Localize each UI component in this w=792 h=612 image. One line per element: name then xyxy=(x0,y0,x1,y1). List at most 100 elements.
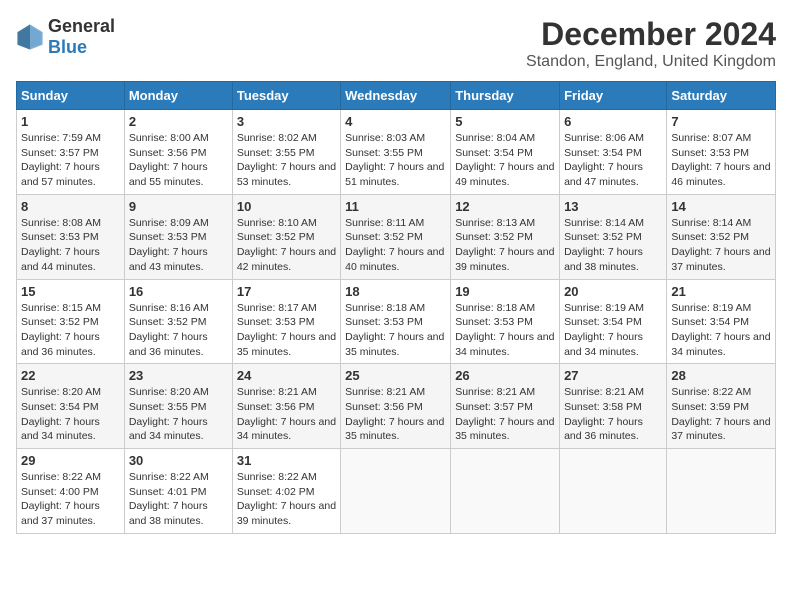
day-number: 22 xyxy=(21,368,120,383)
day-info: Sunrise: 8:20 AMSunset: 3:55 PMDaylight:… xyxy=(129,386,209,442)
day-number: 21 xyxy=(671,284,771,299)
calendar-cell: 8 Sunrise: 8:08 AMSunset: 3:53 PMDaylight… xyxy=(17,194,125,279)
day-info: Sunrise: 8:20 AMSunset: 3:54 PMDaylight:… xyxy=(21,386,101,442)
calendar-cell: 27 Sunrise: 8:21 AMSunset: 3:58 PMDayligh… xyxy=(560,364,667,449)
calendar-cell: 31Sunrise: 8:22 AMSunset: 4:02 PMDayligh… xyxy=(232,449,340,534)
main-title: December 2024 xyxy=(526,16,776,53)
day-number: 28 xyxy=(671,368,771,383)
calendar-cell: 30 Sunrise: 8:22 AMSunset: 4:01 PMDayligh… xyxy=(124,449,232,534)
day-number: 9 xyxy=(129,199,228,214)
calendar-cell: 23 Sunrise: 8:20 AMSunset: 3:55 PMDayligh… xyxy=(124,364,232,449)
day-info: Sunrise: 8:09 AMSunset: 3:53 PMDaylight:… xyxy=(129,217,209,273)
calendar-cell: 18 Sunrise: 8:18 AMSunset: 3:53 PMDayligh… xyxy=(341,279,451,364)
day-info: Sunrise: 8:18 AMSunset: 3:53 PMDaylight:… xyxy=(345,302,444,358)
day-number: 29 xyxy=(21,453,120,468)
day-info: Sunrise: 8:10 AMSunset: 3:52 PMDaylight:… xyxy=(237,217,336,273)
week-row-4: 22 Sunrise: 8:20 AMSunset: 3:54 PMDayligh… xyxy=(17,364,776,449)
day-info: Sunrise: 8:21 AMSunset: 3:56 PMDaylight:… xyxy=(237,386,336,442)
day-info: Sunrise: 8:22 AMSunset: 4:01 PMDaylight:… xyxy=(129,471,209,527)
day-number: 19 xyxy=(455,284,555,299)
calendar-cell: 24 Sunrise: 8:21 AMSunset: 3:56 PMDayligh… xyxy=(232,364,340,449)
logo-text-general: General xyxy=(48,16,115,36)
calendar-cell: 12 Sunrise: 8:13 AMSunset: 3:52 PMDayligh… xyxy=(451,194,560,279)
calendar-cell: 22 Sunrise: 8:20 AMSunset: 3:54 PMDayligh… xyxy=(17,364,125,449)
calendar-cell: 9 Sunrise: 8:09 AMSunset: 3:53 PMDaylight… xyxy=(124,194,232,279)
logo-icon xyxy=(16,23,44,51)
column-header-thursday: Thursday xyxy=(451,82,560,110)
day-info: Sunrise: 8:16 AMSunset: 3:52 PMDaylight:… xyxy=(129,302,209,358)
day-number: 14 xyxy=(671,199,771,214)
title-section: December 2024 Standon, England, United K… xyxy=(526,16,776,71)
day-number: 17 xyxy=(237,284,336,299)
day-info: Sunrise: 8:18 AMSunset: 3:53 PMDaylight:… xyxy=(455,302,554,358)
day-number: 31 xyxy=(237,453,336,468)
calendar-cell: 19 Sunrise: 8:18 AMSunset: 3:53 PMDayligh… xyxy=(451,279,560,364)
day-info: Sunrise: 8:04 AMSunset: 3:54 PMDaylight:… xyxy=(455,132,554,188)
day-info: Sunrise: 8:03 AMSunset: 3:55 PMDaylight:… xyxy=(345,132,444,188)
calendar-cell: 11 Sunrise: 8:11 AMSunset: 3:52 PMDayligh… xyxy=(341,194,451,279)
day-info: Sunrise: 8:22 AMSunset: 3:59 PMDaylight:… xyxy=(671,386,770,442)
day-number: 11 xyxy=(345,199,446,214)
calendar-cell: 7Sunrise: 8:07 AMSunset: 3:53 PMDaylight… xyxy=(667,110,776,195)
page-header: General Blue December 2024 Standon, Engl… xyxy=(16,16,776,71)
calendar-cell xyxy=(451,449,560,534)
day-info: Sunrise: 8:14 AMSunset: 3:52 PMDaylight:… xyxy=(671,217,770,273)
calendar-cell: 13 Sunrise: 8:14 AMSunset: 3:52 PMDayligh… xyxy=(560,194,667,279)
day-info: Sunrise: 8:21 AMSunset: 3:56 PMDaylight:… xyxy=(345,386,444,442)
day-number: 18 xyxy=(345,284,446,299)
day-info: Sunrise: 8:17 AMSunset: 3:53 PMDaylight:… xyxy=(237,302,336,358)
day-number: 12 xyxy=(455,199,555,214)
day-info: Sunrise: 8:19 AMSunset: 3:54 PMDaylight:… xyxy=(671,302,770,358)
day-number: 5 xyxy=(455,114,555,129)
header-row: SundayMondayTuesdayWednesdayThursdayFrid… xyxy=(17,82,776,110)
day-info: Sunrise: 8:13 AMSunset: 3:52 PMDaylight:… xyxy=(455,217,554,273)
day-number: 23 xyxy=(129,368,228,383)
day-info: Sunrise: 8:08 AMSunset: 3:53 PMDaylight:… xyxy=(21,217,101,273)
calendar-cell: 16 Sunrise: 8:16 AMSunset: 3:52 PMDayligh… xyxy=(124,279,232,364)
calendar-cell xyxy=(667,449,776,534)
week-row-5: 29Sunrise: 8:22 AMSunset: 4:00 PMDayligh… xyxy=(17,449,776,534)
week-row-3: 15Sunrise: 8:15 AMSunset: 3:52 PMDayligh… xyxy=(17,279,776,364)
day-info: Sunrise: 8:07 AMSunset: 3:53 PMDaylight:… xyxy=(671,132,770,188)
logo-text-blue: Blue xyxy=(48,37,87,57)
day-number: 6 xyxy=(564,114,662,129)
day-info: Sunrise: 7:59 AMSunset: 3:57 PMDaylight:… xyxy=(21,132,101,188)
day-info: Sunrise: 8:02 AMSunset: 3:55 PMDaylight:… xyxy=(237,132,336,188)
column-header-sunday: Sunday xyxy=(17,82,125,110)
day-number: 30 xyxy=(129,453,228,468)
calendar-table: SundayMondayTuesdayWednesdayThursdayFrid… xyxy=(16,81,776,534)
calendar-cell: 2Sunrise: 8:00 AMSunset: 3:56 PMDaylight… xyxy=(124,110,232,195)
calendar-cell: 28 Sunrise: 8:22 AMSunset: 3:59 PMDayligh… xyxy=(667,364,776,449)
calendar-cell xyxy=(341,449,451,534)
calendar-cell: 29Sunrise: 8:22 AMSunset: 4:00 PMDayligh… xyxy=(17,449,125,534)
day-number: 8 xyxy=(21,199,120,214)
day-info: Sunrise: 8:14 AMSunset: 3:52 PMDaylight:… xyxy=(564,217,644,273)
calendar-cell: 20 Sunrise: 8:19 AMSunset: 3:54 PMDayligh… xyxy=(560,279,667,364)
column-header-friday: Friday xyxy=(560,82,667,110)
day-number: 25 xyxy=(345,368,446,383)
logo: General Blue xyxy=(16,16,115,58)
day-number: 27 xyxy=(564,368,662,383)
day-info: Sunrise: 8:06 AMSunset: 3:54 PMDaylight:… xyxy=(564,132,644,188)
day-info: Sunrise: 8:00 AMSunset: 3:56 PMDaylight:… xyxy=(129,132,209,188)
day-number: 13 xyxy=(564,199,662,214)
calendar-cell xyxy=(560,449,667,534)
calendar-cell: 4 Sunrise: 8:03 AMSunset: 3:55 PMDaylight… xyxy=(341,110,451,195)
day-info: Sunrise: 8:19 AMSunset: 3:54 PMDaylight:… xyxy=(564,302,644,358)
day-info: Sunrise: 8:15 AMSunset: 3:52 PMDaylight:… xyxy=(21,302,101,358)
day-info: Sunrise: 8:11 AMSunset: 3:52 PMDaylight:… xyxy=(345,217,444,273)
day-number: 16 xyxy=(129,284,228,299)
week-row-2: 8 Sunrise: 8:08 AMSunset: 3:53 PMDaylight… xyxy=(17,194,776,279)
column-header-wednesday: Wednesday xyxy=(341,82,451,110)
day-number: 24 xyxy=(237,368,336,383)
day-info: Sunrise: 8:21 AMSunset: 3:57 PMDaylight:… xyxy=(455,386,554,442)
calendar-cell: 21 Sunrise: 8:19 AMSunset: 3:54 PMDayligh… xyxy=(667,279,776,364)
column-header-tuesday: Tuesday xyxy=(232,82,340,110)
day-number: 1 xyxy=(21,114,120,129)
day-number: 4 xyxy=(345,114,446,129)
day-info: Sunrise: 8:21 AMSunset: 3:58 PMDaylight:… xyxy=(564,386,644,442)
calendar-cell: 1 Sunrise: 7:59 AMSunset: 3:57 PMDaylight… xyxy=(17,110,125,195)
week-row-1: 1 Sunrise: 7:59 AMSunset: 3:57 PMDaylight… xyxy=(17,110,776,195)
day-number: 20 xyxy=(564,284,662,299)
calendar-cell: 5 Sunrise: 8:04 AMSunset: 3:54 PMDaylight… xyxy=(451,110,560,195)
